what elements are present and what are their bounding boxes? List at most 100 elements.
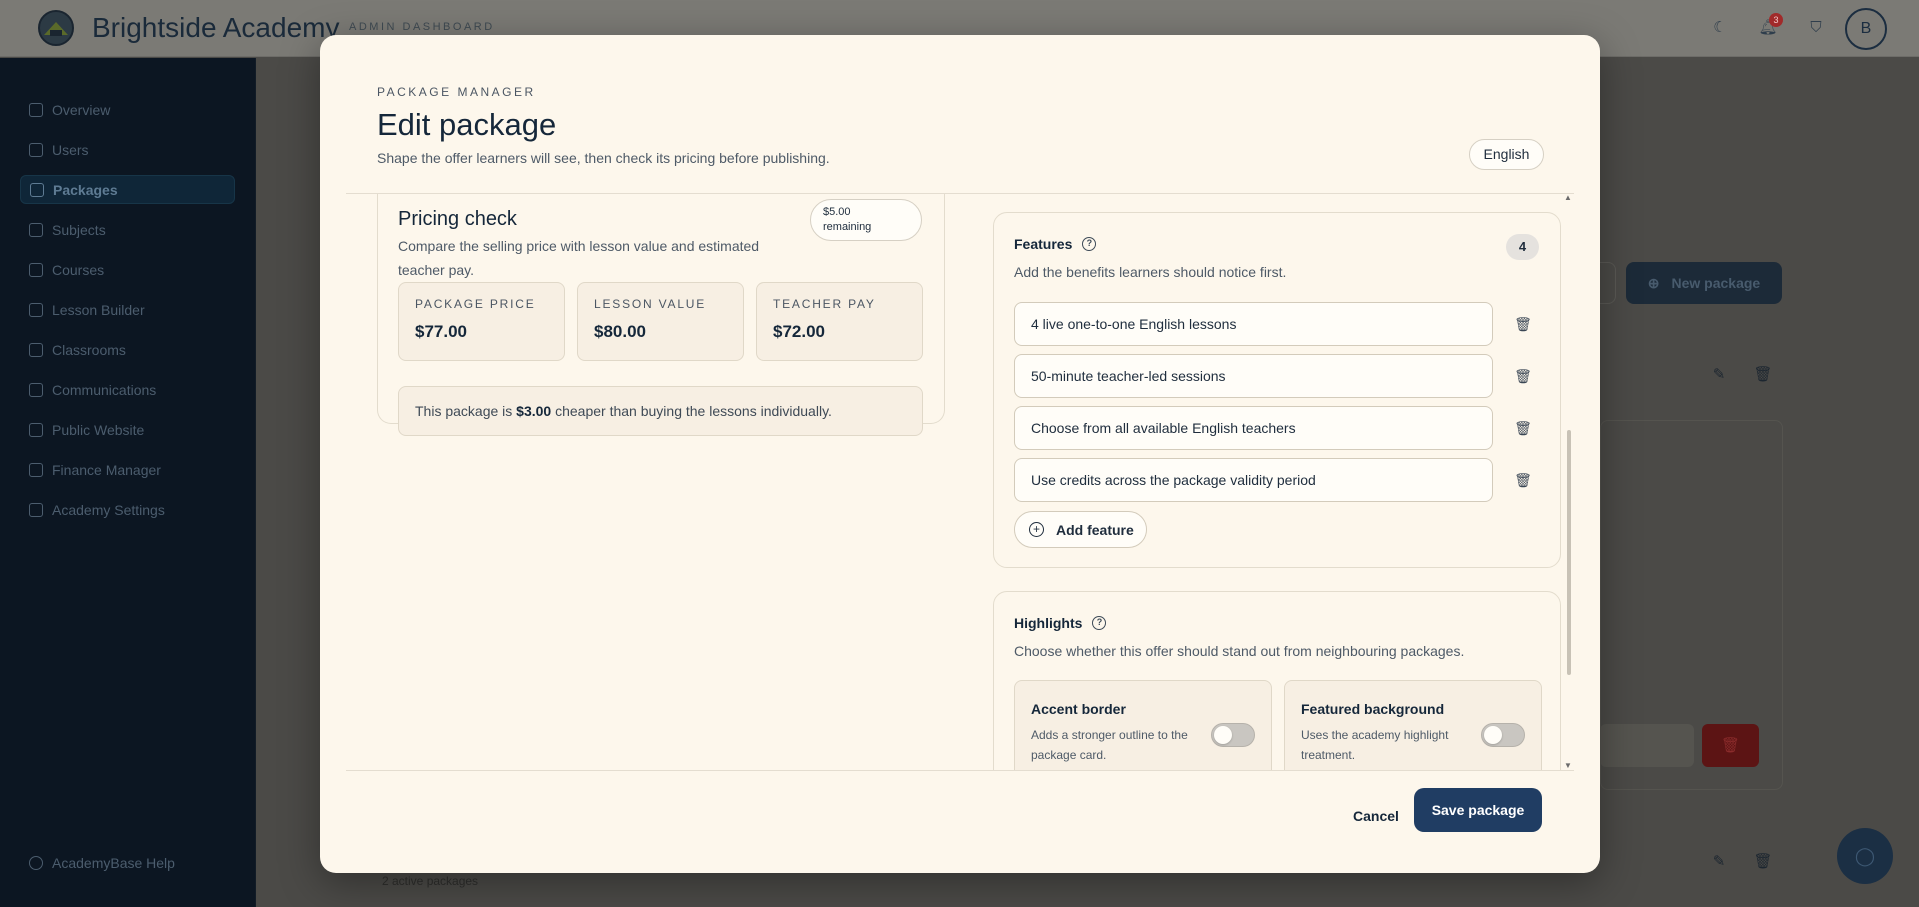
pricing-check-panel: Pricing check Compare the selling price … [377,194,945,436]
notification-badge: 3 [1769,13,1783,27]
trash-icon[interactable]: 🗑︎ [1513,366,1533,386]
shield-icon[interactable]: ⛉ [1804,16,1828,40]
sidebar-item-packages[interactable]: Packages [20,175,235,204]
brand-tag: ADMIN DASHBOARD [349,21,495,33]
feature-count-badge: 4 [1506,234,1539,260]
plus-circle-icon: + [1029,522,1044,537]
book-open-icon [29,262,43,277]
accent-border-option: Accent border Adds a stronger outline to… [1014,680,1272,770]
scroll-up-arrow[interactable]: ▲ [1564,193,1572,202]
sidebar-item-label: Lesson Builder [52,301,145,318]
sidebar-item-overview[interactable]: Overview [20,95,235,124]
brand-logo[interactable] [36,8,76,48]
moon-icon[interactable]: ☾ [1708,16,1732,40]
help-icon[interactable]: ? [1082,237,1097,251]
trash-icon[interactable]: 🗑︎ [1513,314,1533,334]
sidebar-item-finance-manager[interactable]: Finance Manager [20,455,235,484]
remaining-label: remaining [823,221,872,233]
sidebar-item-lesson-builder[interactable]: Lesson Builder [20,295,235,324]
savings-prefix: This package is [415,403,517,419]
features-panel: Features? Add the benefits learners shou… [993,212,1561,568]
package-count: 2 active packages [382,874,479,888]
help-link[interactable]: AcademyBase Help [29,855,175,871]
edit-icon[interactable]: ✎ [1709,365,1729,385]
trash-icon[interactable]: 🗑︎ [1753,852,1773,872]
edit-icon[interactable]: ✎ [1709,852,1729,872]
savings-note: This package is $3.00 cheaper than buyin… [398,386,923,436]
pricing-description: Compare the selling price with lesson va… [398,238,760,278]
sidebar: Overview Users Packages Subjects Courses… [0,58,256,907]
sidebar-item-subjects[interactable]: Subjects [20,215,235,244]
modal-scroll-area[interactable]: Pricing check Compare the selling price … [346,193,1574,771]
sidebar-item-label: Overview [52,101,111,118]
feature-input[interactable] [1014,458,1493,502]
delete-button[interactable]: 🗑︎ [1702,724,1759,767]
sidebar-item-public-website[interactable]: Public Website [20,415,235,444]
users-icon [29,142,43,157]
add-feature-label: Add feature [1056,521,1134,538]
teacher-pay-stat: TEACHER PAY $72.00 [756,282,923,361]
sidebar-item-users[interactable]: Users [20,135,235,164]
brand-name: Brightside Academy [92,12,340,43]
remaining-badge: $5.00 remaining [810,199,922,241]
sidebar-item-label: Users [52,141,89,158]
modal-subtitle: Shape the offer learners will see, then … [377,150,830,166]
scrollbar-thumb[interactable] [1567,430,1571,675]
option-title: Accent border [1031,701,1126,717]
edit-package-modal: PACKAGE MANAGER Edit package Shape the o… [320,35,1600,873]
stat-label: LESSON VALUE [594,297,707,311]
trash-icon[interactable]: 🗑︎ [1513,418,1533,438]
language-selector[interactable]: English [1469,139,1544,170]
sidebar-item-communications[interactable]: Communications [20,375,235,404]
gear-icon [29,502,43,517]
features-description: Add the benefits learners should notice … [1014,264,1287,280]
chat-icon: ◯ [1854,846,1876,866]
option-description: Uses the academy highlight treatment. [1301,728,1449,762]
sidebar-item-classrooms[interactable]: Classrooms [20,335,235,364]
accent-border-toggle[interactable] [1211,723,1255,747]
features-heading: Features? [1014,236,1097,252]
pricing-title: Pricing check [398,208,517,230]
help-icon[interactable]: ? [1092,616,1107,630]
add-feature-button[interactable]: + Add feature [1014,511,1147,548]
option-title: Featured background [1301,701,1445,717]
trash-icon[interactable]: 🗑︎ [1513,470,1533,490]
trash-icon[interactable]: 🗑︎ [1753,365,1773,385]
modal-eyebrow: PACKAGE MANAGER [377,85,536,99]
help-circle-icon [29,856,43,870]
scroll-down-arrow[interactable]: ▼ [1564,761,1572,770]
savings-suffix: cheaper than buying the lessons individu… [551,403,832,419]
feature-input[interactable] [1014,302,1493,346]
lesson-value-stat: LESSON VALUE $80.00 [577,282,744,361]
option-description: Adds a stronger outline to the package c… [1031,728,1188,762]
sidebar-item-label: Communications [52,381,157,398]
chat-icon [29,382,43,397]
sidebar-item-label: Subjects [52,221,106,238]
plus-circle-icon: ⊕ [1647,274,1660,291]
feature-input[interactable] [1014,406,1493,450]
stat-label: PACKAGE PRICE [415,297,536,311]
featured-background-toggle[interactable] [1481,723,1525,747]
sidebar-item-label: Packages [53,181,118,198]
save-package-button[interactable]: Save package [1414,788,1542,832]
help-link-label: AcademyBase Help [52,855,175,871]
package-price-stat: PACKAGE PRICE $77.00 [398,282,565,361]
remaining-amount: $5.00 [823,206,851,218]
highlights-heading: Highlights? [1014,615,1107,631]
sidebar-item-academy-settings[interactable]: Academy Settings [20,495,235,524]
sidebar-item-courses[interactable]: Courses [20,255,235,284]
cancel-button[interactable]: Cancel [1336,801,1416,831]
bell-icon[interactable]: 🔔︎ 3 [1756,13,1783,40]
wallet-icon [29,462,43,477]
chat-button[interactable]: ◯ [1837,828,1893,884]
feature-input[interactable] [1014,354,1493,398]
sidebar-item-label: Finance Manager [52,461,161,478]
highlights-title: Highlights [1014,615,1083,631]
stat-value: $80.00 [594,322,646,341]
sidebar-item-label: Classrooms [52,341,126,358]
new-package-button[interactable]: ⊕ New package [1626,262,1782,304]
grid-icon [29,102,43,117]
stat-value: $77.00 [415,322,467,341]
sidebar-item-label: Public Website [52,421,145,438]
avatar[interactable]: B [1845,8,1887,50]
